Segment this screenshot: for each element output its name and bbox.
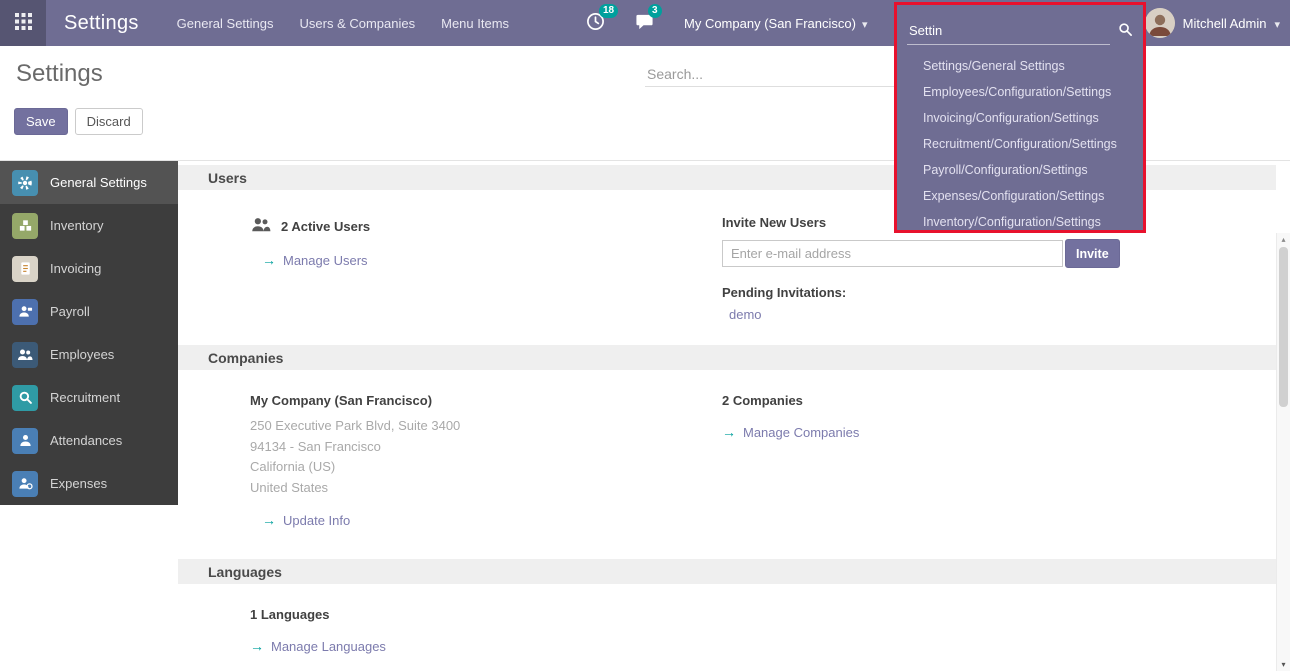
user-menu[interactable]: Mitchell Admin: [1145, 0, 1280, 46]
sidebar-item-employees[interactable]: Employees: [0, 333, 178, 376]
page-title: Settings: [16, 60, 103, 88]
avatar: [1145, 8, 1175, 38]
invite-button[interactable]: Invite: [1065, 239, 1120, 268]
odoo-settings-screen: Settings General Settings Users & Compan…: [0, 0, 1290, 671]
company-address: 250 Executive Park Blvd, Suite 3400 9413…: [250, 416, 460, 498]
sidebar-item-recruitment[interactable]: Recruitment: [0, 376, 178, 419]
sidebar-item-invoicing[interactable]: Invoicing: [0, 247, 178, 290]
active-users-count: 2 Active Users: [281, 219, 370, 234]
settings-sidebar: General Settings Inventory Invoicing Pay…: [0, 161, 178, 505]
scroll-up-arrow-icon[interactable]: [1277, 235, 1290, 244]
search-result-item[interactable]: Settings/General Settings: [897, 53, 1143, 79]
sidebar-item-label: Recruitment: [50, 390, 120, 405]
sidebar-item-expenses[interactable]: Expenses: [0, 462, 178, 505]
apps-menu-button[interactable]: [0, 0, 46, 46]
boxes-icon: [12, 213, 38, 239]
pending-invitation-user-link[interactable]: demo: [729, 307, 762, 322]
scroll-down-arrow-icon[interactable]: [1277, 660, 1290, 669]
sidebar-item-attendances[interactable]: Attendances: [0, 419, 178, 462]
scrollbar-thumb[interactable]: [1279, 247, 1288, 407]
company-name: My Company (San Francisco): [250, 393, 460, 408]
navbar-search-dropdown: Settings/General Settings Employees/Conf…: [894, 2, 1146, 233]
arrow-right-icon: [250, 638, 264, 654]
section-header-languages: Languages: [178, 559, 1276, 584]
section-title: Companies: [208, 350, 283, 366]
invoice-icon: [12, 256, 38, 282]
address-line: 94134 - San Francisco: [250, 437, 460, 458]
sidebar-item-label: Attendances: [50, 433, 122, 448]
address-line: United States: [250, 478, 460, 499]
arrow-right-icon: [722, 424, 736, 440]
sidebar-item-label: Invoicing: [50, 261, 101, 276]
chevron-down-icon: [1274, 16, 1280, 31]
vertical-scrollbar[interactable]: [1276, 233, 1290, 671]
arrow-right-icon: [262, 512, 276, 528]
search-result-item[interactable]: Invoicing/Configuration/Settings: [897, 105, 1143, 131]
section-title: Languages: [208, 564, 282, 580]
sidebar-item-label: Inventory: [50, 218, 103, 233]
messages-badge: 3: [648, 4, 662, 18]
company-switcher[interactable]: My Company (San Francisco): [684, 16, 867, 31]
search-result-item[interactable]: Employees/Configuration/Settings: [897, 79, 1143, 105]
form-buttons: Save Discard: [14, 108, 143, 135]
activities-button[interactable]: 18: [586, 12, 605, 34]
active-users-block: 2 Active Users Manage Users: [250, 215, 370, 268]
systray: 18 3 My Company (San Francisco): [586, 0, 867, 46]
section-header-companies: Companies: [178, 345, 1276, 370]
people-icon: [12, 342, 38, 368]
attendance-person-icon: [12, 428, 38, 454]
save-button[interactable]: Save: [14, 108, 68, 135]
update-info-link[interactable]: Update Info: [262, 512, 350, 528]
user-name: Mitchell Admin: [1183, 16, 1267, 31]
magnifier-icon[interactable]: [1118, 22, 1133, 40]
sidebar-item-inventory[interactable]: Inventory: [0, 204, 178, 247]
sidebar-item-label: Payroll: [50, 304, 90, 319]
search-result-item[interactable]: Recruitment/Configuration/Settings: [897, 131, 1143, 157]
invite-email-input[interactable]: [722, 240, 1063, 267]
activities-badge: 18: [599, 4, 618, 18]
settings-search-input[interactable]: [645, 62, 895, 87]
manage-companies-link[interactable]: Manage Companies: [722, 424, 859, 440]
users-group-icon: [250, 215, 272, 238]
search-result-item[interactable]: Payroll/Configuration/Settings: [897, 157, 1143, 183]
expense-person-icon: [12, 471, 38, 497]
menu-users-companies[interactable]: Users & Companies: [288, 10, 428, 37]
arrow-right-icon: [262, 252, 276, 268]
sidebar-item-label: Expenses: [50, 476, 107, 491]
magnifier-icon: [12, 385, 38, 411]
languages-count: 1 Languages: [250, 607, 386, 622]
manage-users-link[interactable]: Manage Users: [262, 252, 368, 268]
app-menu: General Settings Users & Companies Menu …: [165, 10, 521, 37]
languages-block: 1 Languages Manage Languages: [250, 607, 386, 654]
apps-grid-icon: [15, 13, 32, 33]
sidebar-item-label: Employees: [50, 347, 114, 362]
messages-button[interactable]: 3: [635, 12, 654, 34]
payroll-person-icon: [12, 299, 38, 325]
menu-general-settings[interactable]: General Settings: [165, 10, 286, 37]
sidebar-item-general-settings[interactable]: General Settings: [0, 161, 178, 204]
app-title[interactable]: Settings: [46, 12, 165, 35]
search-result-item[interactable]: Inventory/Configuration/Settings: [897, 209, 1143, 235]
address-line: 250 Executive Park Blvd, Suite 3400: [250, 416, 460, 437]
discard-button[interactable]: Discard: [75, 108, 143, 135]
navbar-search-row: [897, 5, 1143, 45]
address-line: California (US): [250, 457, 460, 478]
sidebar-item-label: General Settings: [50, 175, 147, 190]
navbar-search-input[interactable]: [907, 21, 1110, 45]
companies-count-block: 2 Companies Manage Companies: [722, 393, 859, 440]
pending-invitations-title: Pending Invitations:: [722, 285, 1152, 300]
company-switcher-label: My Company (San Francisco): [684, 16, 856, 31]
chevron-down-icon: [862, 16, 868, 31]
company-info-block: My Company (San Francisco) 250 Executive…: [250, 393, 460, 528]
settings-content: Users 2 Active Users Manage Users Invite…: [178, 161, 1276, 671]
search-results-list: Settings/General Settings Employees/Conf…: [897, 45, 1143, 235]
section-title: Users: [208, 170, 247, 186]
companies-count: 2 Companies: [722, 393, 859, 408]
search-result-item[interactable]: Expenses/Configuration/Settings: [897, 183, 1143, 209]
gear-icon: [12, 170, 38, 196]
sidebar-item-payroll[interactable]: Payroll: [0, 290, 178, 333]
menu-menu-items[interactable]: Menu Items: [429, 10, 521, 37]
manage-languages-link[interactable]: Manage Languages: [250, 638, 386, 654]
